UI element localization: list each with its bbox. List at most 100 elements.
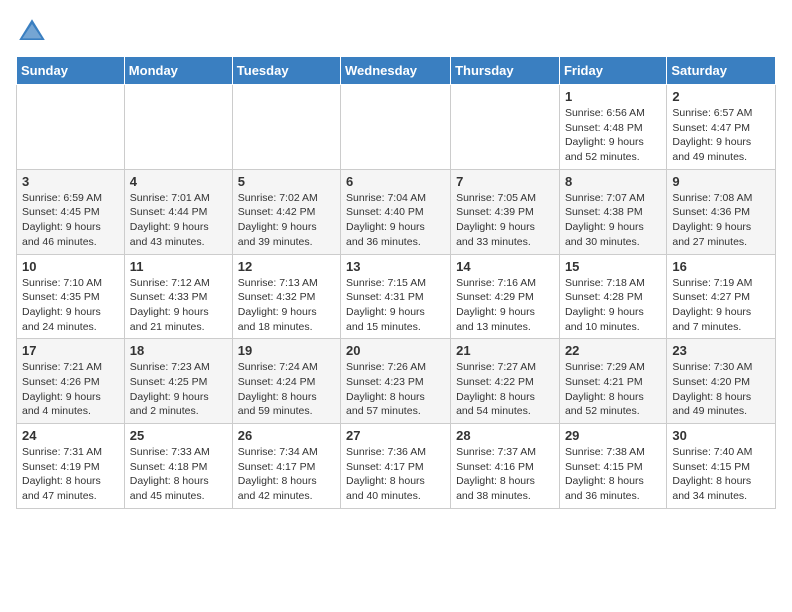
day-number: 17: [22, 343, 119, 358]
day-info: Sunrise: 7:04 AM Sunset: 4:40 PM Dayligh…: [346, 191, 445, 250]
day-info: Sunrise: 6:56 AM Sunset: 4:48 PM Dayligh…: [565, 106, 661, 165]
calendar-table: SundayMondayTuesdayWednesdayThursdayFrid…: [16, 56, 776, 509]
calendar-week-row: 1 Sunrise: 6:56 AM Sunset: 4:48 PM Daylig…: [17, 85, 776, 170]
logo-icon: [16, 16, 48, 48]
page-header: [16, 16, 776, 48]
calendar-cell: [451, 85, 560, 170]
day-info: Sunrise: 7:01 AM Sunset: 4:44 PM Dayligh…: [130, 191, 227, 250]
calendar-cell: [17, 85, 125, 170]
calendar-cell: 3 Sunrise: 6:59 AM Sunset: 4:45 PM Daylig…: [17, 169, 125, 254]
day-number: 22: [565, 343, 661, 358]
calendar-cell: 17 Sunrise: 7:21 AM Sunset: 4:26 PM Dayli…: [17, 339, 125, 424]
calendar-cell: [124, 85, 232, 170]
day-info: Sunrise: 7:38 AM Sunset: 4:15 PM Dayligh…: [565, 445, 661, 504]
calendar-cell: 16 Sunrise: 7:19 AM Sunset: 4:27 PM Dayli…: [667, 254, 776, 339]
day-info: Sunrise: 7:05 AM Sunset: 4:39 PM Dayligh…: [456, 191, 554, 250]
day-info: Sunrise: 7:40 AM Sunset: 4:15 PM Dayligh…: [672, 445, 770, 504]
day-info: Sunrise: 7:19 AM Sunset: 4:27 PM Dayligh…: [672, 276, 770, 335]
calendar-cell: 7 Sunrise: 7:05 AM Sunset: 4:39 PM Daylig…: [451, 169, 560, 254]
calendar-cell: 11 Sunrise: 7:12 AM Sunset: 4:33 PM Dayli…: [124, 254, 232, 339]
calendar-cell: 2Sunrise: 6:57 AM Sunset: 4:47 PM Daylig…: [667, 85, 776, 170]
day-number: 4: [130, 174, 227, 189]
calendar-cell: 4 Sunrise: 7:01 AM Sunset: 4:44 PM Daylig…: [124, 169, 232, 254]
calendar-cell: 10Sunrise: 7:10 AM Sunset: 4:35 PM Dayli…: [17, 254, 125, 339]
day-info: Sunrise: 7:37 AM Sunset: 4:16 PM Dayligh…: [456, 445, 554, 504]
calendar-cell: 15 Sunrise: 7:18 AM Sunset: 4:28 PM Dayli…: [559, 254, 666, 339]
calendar-week-row: 24Sunrise: 7:31 AM Sunset: 4:19 PM Dayli…: [17, 424, 776, 509]
day-number: 28: [456, 428, 554, 443]
day-info: Sunrise: 7:29 AM Sunset: 4:21 PM Dayligh…: [565, 360, 661, 419]
calendar-cell: 25 Sunrise: 7:33 AM Sunset: 4:18 PM Dayli…: [124, 424, 232, 509]
calendar-week-row: 17 Sunrise: 7:21 AM Sunset: 4:26 PM Dayli…: [17, 339, 776, 424]
day-info: Sunrise: 7:33 AM Sunset: 4:18 PM Dayligh…: [130, 445, 227, 504]
calendar-week-row: 3 Sunrise: 6:59 AM Sunset: 4:45 PM Daylig…: [17, 169, 776, 254]
day-info: Sunrise: 7:15 AM Sunset: 4:31 PM Dayligh…: [346, 276, 445, 335]
calendar-cell: 8Sunrise: 7:07 AM Sunset: 4:38 PM Daylig…: [559, 169, 666, 254]
calendar-cell: 6 Sunrise: 7:04 AM Sunset: 4:40 PM Daylig…: [341, 169, 451, 254]
day-number: 23: [672, 343, 770, 358]
day-info: Sunrise: 7:30 AM Sunset: 4:20 PM Dayligh…: [672, 360, 770, 419]
day-info: Sunrise: 6:59 AM Sunset: 4:45 PM Dayligh…: [22, 191, 119, 250]
column-header-sunday: Sunday: [17, 57, 125, 85]
calendar-header-row: SundayMondayTuesdayWednesdayThursdayFrid…: [17, 57, 776, 85]
day-number: 1: [565, 89, 661, 104]
day-info: Sunrise: 7:21 AM Sunset: 4:26 PM Dayligh…: [22, 360, 119, 419]
calendar-cell: 20 Sunrise: 7:26 AM Sunset: 4:23 PM Dayli…: [341, 339, 451, 424]
calendar-week-row: 10Sunrise: 7:10 AM Sunset: 4:35 PM Dayli…: [17, 254, 776, 339]
day-info: Sunrise: 7:13 AM Sunset: 4:32 PM Dayligh…: [238, 276, 335, 335]
calendar-cell: 27 Sunrise: 7:36 AM Sunset: 4:17 PM Dayli…: [341, 424, 451, 509]
column-header-monday: Monday: [124, 57, 232, 85]
calendar-cell: 14 Sunrise: 7:16 AM Sunset: 4:29 PM Dayli…: [451, 254, 560, 339]
day-info: Sunrise: 7:18 AM Sunset: 4:28 PM Dayligh…: [565, 276, 661, 335]
day-number: 30: [672, 428, 770, 443]
calendar-cell: 26Sunrise: 7:34 AM Sunset: 4:17 PM Dayli…: [232, 424, 340, 509]
calendar-cell: 21Sunrise: 7:27 AM Sunset: 4:22 PM Dayli…: [451, 339, 560, 424]
calendar-cell: 22 Sunrise: 7:29 AM Sunset: 4:21 PM Dayli…: [559, 339, 666, 424]
day-number: 26: [238, 428, 335, 443]
day-info: Sunrise: 7:08 AM Sunset: 4:36 PM Dayligh…: [672, 191, 770, 250]
day-info: Sunrise: 7:26 AM Sunset: 4:23 PM Dayligh…: [346, 360, 445, 419]
day-number: 14: [456, 259, 554, 274]
calendar-cell: 13 Sunrise: 7:15 AM Sunset: 4:31 PM Dayli…: [341, 254, 451, 339]
calendar-cell: 18 Sunrise: 7:23 AM Sunset: 4:25 PM Dayli…: [124, 339, 232, 424]
calendar-cell: 24Sunrise: 7:31 AM Sunset: 4:19 PM Dayli…: [17, 424, 125, 509]
day-number: 15: [565, 259, 661, 274]
day-number: 16: [672, 259, 770, 274]
day-number: 29: [565, 428, 661, 443]
day-number: 18: [130, 343, 227, 358]
calendar-cell: 28 Sunrise: 7:37 AM Sunset: 4:16 PM Dayli…: [451, 424, 560, 509]
column-header-friday: Friday: [559, 57, 666, 85]
calendar-cell: 23 Sunrise: 7:30 AM Sunset: 4:20 PM Dayli…: [667, 339, 776, 424]
calendar-cell: 5Sunrise: 7:02 AM Sunset: 4:42 PM Daylig…: [232, 169, 340, 254]
calendar-cell: [341, 85, 451, 170]
day-number: 21: [456, 343, 554, 358]
day-number: 25: [130, 428, 227, 443]
day-number: 24: [22, 428, 119, 443]
day-number: 20: [346, 343, 445, 358]
day-number: 9: [672, 174, 770, 189]
logo: [16, 16, 52, 48]
column-header-thursday: Thursday: [451, 57, 560, 85]
day-info: Sunrise: 7:36 AM Sunset: 4:17 PM Dayligh…: [346, 445, 445, 504]
day-info: Sunrise: 7:02 AM Sunset: 4:42 PM Dayligh…: [238, 191, 335, 250]
day-info: Sunrise: 7:10 AM Sunset: 4:35 PM Dayligh…: [22, 276, 119, 335]
day-number: 7: [456, 174, 554, 189]
day-info: Sunrise: 7:16 AM Sunset: 4:29 PM Dayligh…: [456, 276, 554, 335]
day-number: 19: [238, 343, 335, 358]
calendar-cell: 12 Sunrise: 7:13 AM Sunset: 4:32 PM Dayli…: [232, 254, 340, 339]
day-info: Sunrise: 7:07 AM Sunset: 4:38 PM Dayligh…: [565, 191, 661, 250]
column-header-saturday: Saturday: [667, 57, 776, 85]
day-number: 27: [346, 428, 445, 443]
day-number: 12: [238, 259, 335, 274]
day-number: 6: [346, 174, 445, 189]
day-info: Sunrise: 6:57 AM Sunset: 4:47 PM Dayligh…: [672, 106, 770, 165]
calendar-cell: 9 Sunrise: 7:08 AM Sunset: 4:36 PM Daylig…: [667, 169, 776, 254]
calendar-cell: 29 Sunrise: 7:38 AM Sunset: 4:15 PM Dayli…: [559, 424, 666, 509]
day-number: 11: [130, 259, 227, 274]
calendar-cell: 19 Sunrise: 7:24 AM Sunset: 4:24 PM Dayli…: [232, 339, 340, 424]
day-info: Sunrise: 7:12 AM Sunset: 4:33 PM Dayligh…: [130, 276, 227, 335]
day-info: Sunrise: 7:23 AM Sunset: 4:25 PM Dayligh…: [130, 360, 227, 419]
day-info: Sunrise: 7:24 AM Sunset: 4:24 PM Dayligh…: [238, 360, 335, 419]
day-number: 13: [346, 259, 445, 274]
day-number: 3: [22, 174, 119, 189]
